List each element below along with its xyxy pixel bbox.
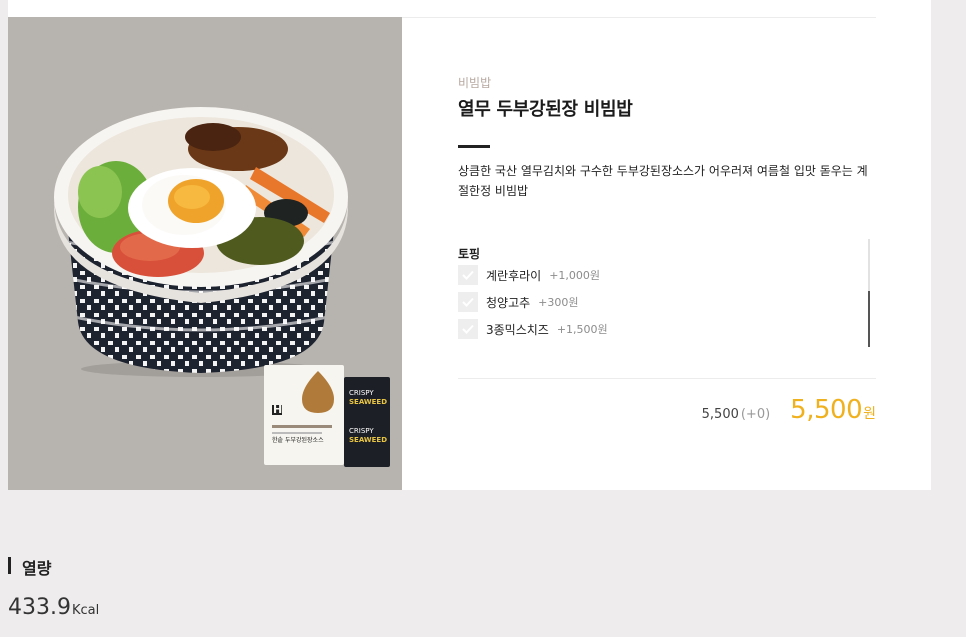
topping-name: 계란후라이 — [486, 268, 542, 283]
check-icon — [462, 270, 474, 280]
topping-price: +1,500원 — [556, 323, 608, 336]
sauce-packet-label: 한솥 두부강된장소스 — [272, 437, 324, 444]
calorie-label: 열량 — [22, 559, 52, 578]
topping-name: 3종믹스치즈 — [486, 322, 549, 337]
topping-price: +1,000원 — [549, 269, 601, 282]
checkbox-cheese[interactable] — [458, 319, 478, 339]
topping-scrollbar-thumb[interactable] — [868, 291, 870, 347]
price-currency: 원 — [863, 406, 876, 422]
product-info: 비빔밥 열무 두부강된장 비빔밥 상큼한 국산 열무김치와 구수한 두부강된장소… — [458, 17, 876, 490]
seaweed-line-1: CRISPY — [349, 389, 374, 397]
topping-price: +300원 — [538, 296, 579, 309]
product-category: 비빔밥 — [458, 76, 492, 90]
price-summary: 5,500 (+0) 5,500 원 — [702, 395, 876, 425]
base-price: 5,500 — [701, 407, 739, 422]
checkbox-egg[interactable] — [458, 265, 478, 285]
check-icon — [462, 297, 474, 307]
topping-option-egg[interactable]: 계란후라이 +1,000원 — [458, 265, 600, 285]
topping-option-cheese[interactable]: 3종믹스치즈 +1,500원 — [458, 319, 608, 339]
price-divider — [458, 378, 876, 379]
product-description: 상큼한 국산 열무김치와 구수한 두부강된장소스가 어우러져 여름철 입맛 돋우… — [458, 164, 868, 198]
check-icon — [462, 324, 474, 334]
added-price: (+0) — [740, 407, 771, 422]
product-photo: H 한솥 두부강된장소스 CRISPY SEAWEED CRISPY SEAWE… — [8, 17, 402, 490]
calorie-value-row: 433.9Kcal — [8, 595, 99, 620]
topping-label: 토핑 — [458, 247, 481, 261]
seaweed-line-2b: SEAWEED — [349, 436, 388, 444]
product-title: 열무 두부강된장 비빔밥 — [458, 99, 633, 120]
sauce-packet: H 한솥 두부강된장소스 — [264, 365, 344, 465]
seaweed-line-1b: CRISPY — [349, 427, 374, 435]
title-underline — [458, 145, 490, 148]
sauce-packet-brand: H — [273, 403, 283, 416]
checkbox-pepper[interactable] — [458, 292, 478, 312]
calorie-unit: Kcal — [71, 603, 100, 618]
topping-option-pepper[interactable]: 청양고추 +300원 — [458, 292, 579, 312]
calorie-value: 433.9 — [8, 595, 71, 620]
topping-options: 토핑 계란후라이 +1,000원 청양고추 +300원 3종믹스치즈 +1,50… — [458, 239, 876, 349]
seaweed-line-2: SEAWEED — [349, 398, 388, 406]
calorie-heading-bar — [8, 557, 11, 574]
topping-name: 청양고추 — [486, 295, 531, 310]
total-price: 5,500 — [790, 395, 863, 425]
seaweed-packet: CRISPY SEAWEED CRISPY SEAWEED — [344, 377, 390, 467]
